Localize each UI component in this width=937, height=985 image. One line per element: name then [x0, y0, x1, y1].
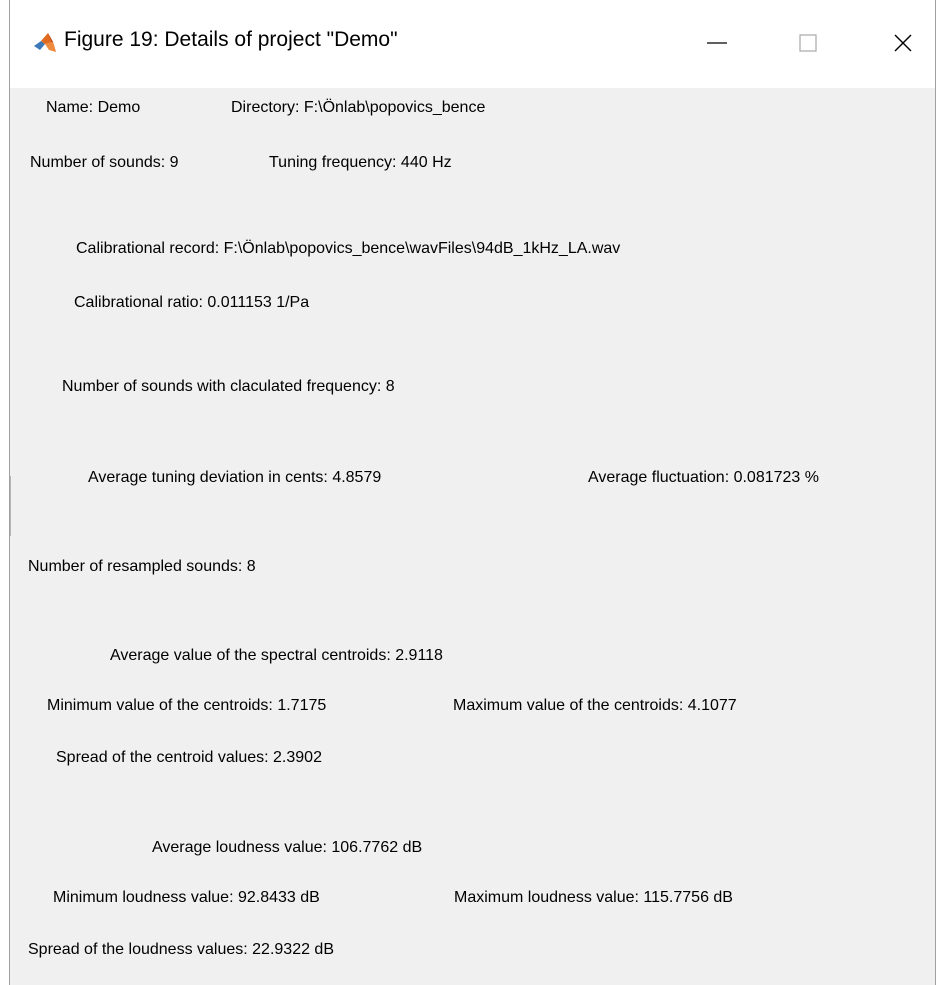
calibrational-record-text: Calibrational record: F:\Önlab\popovics_…: [76, 240, 621, 257]
max-centroid-text: Maximum value of the centroids: 4.1077: [453, 697, 737, 714]
avg-spectral-centroid-text: Average value of the spectral centroids:…: [110, 647, 443, 664]
max-loudness-text: Maximum loudness value: 115.7756 dB: [454, 889, 733, 906]
min-centroid-text: Minimum value of the centroids: 1.7175: [47, 697, 327, 714]
avg-tuning-deviation-text: Average tuning deviation in cents: 4.857…: [88, 469, 382, 486]
window-edge-mark: [10, 476, 11, 536]
figure-content: Name: Demo Directory: F:\Önlab\popovics_…: [10, 88, 935, 985]
title-bar[interactable]: Figure 19: Details of project "Demo": [10, 0, 935, 88]
close-button[interactable]: [872, 18, 934, 68]
matlab-logo-icon: [32, 30, 58, 56]
close-icon: [891, 31, 915, 55]
figure-window: Figure 19: Details of project "Demo" Nam…: [9, 0, 936, 985]
resampled-sounds-text: Number of resampled sounds: 8: [28, 558, 256, 575]
minimize-icon: [705, 31, 729, 55]
calibrational-ratio-text: Calibrational ratio: 0.011153 1/Pa: [74, 294, 310, 311]
minimize-button[interactable]: [686, 18, 748, 68]
project-name-text: Name: Demo: [46, 99, 141, 116]
window-title: Figure 19: Details of project "Demo": [64, 28, 398, 51]
spread-centroid-text: Spread of the centroid values: 2.3902: [56, 749, 322, 766]
number-of-sounds-text: Number of sounds: 9: [30, 154, 179, 171]
project-directory-text: Directory: F:\Önlab\popovics_bence: [231, 99, 486, 116]
spread-loudness-text: Spread of the loudness values: 22.9322 d…: [28, 941, 334, 958]
min-loudness-text: Minimum loudness value: 92.8433 dB: [53, 889, 320, 906]
avg-loudness-text: Average loudness value: 106.7762 dB: [152, 839, 423, 856]
avg-fluctuation-text: Average fluctuation: 0.081723 %: [588, 469, 819, 486]
maximize-icon: [796, 31, 820, 55]
tuning-frequency-text: Tuning frequency: 440 Hz: [269, 154, 452, 171]
maximize-button[interactable]: [777, 18, 839, 68]
sounds-with-frequency-text: Number of sounds with claculated frequen…: [62, 378, 395, 395]
